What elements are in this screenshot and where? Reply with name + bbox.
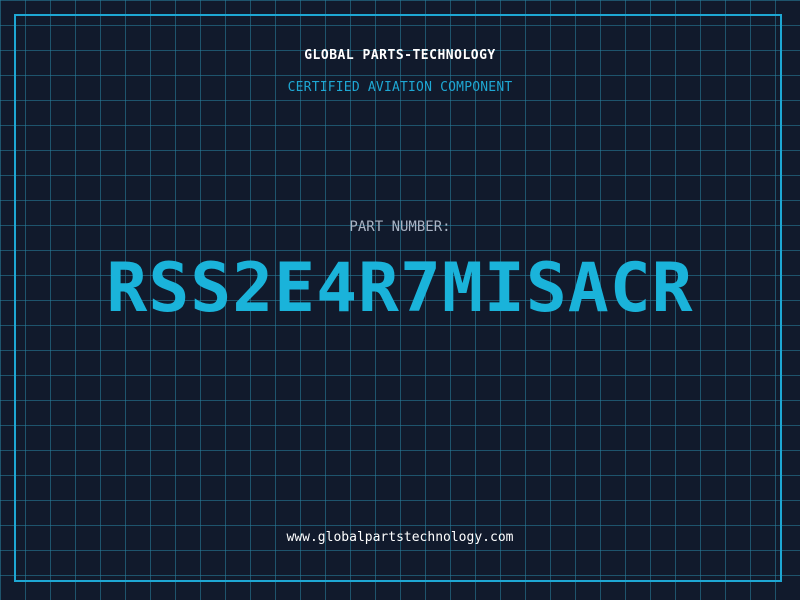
certification-subtitle: CERTIFIED AVIATION COMPONENT	[287, 80, 513, 95]
company-name: GLOBAL PARTS-TECHNOLOGY	[304, 48, 496, 63]
label-card: GLOBAL PARTS-TECHNOLOGY CERTIFIED AVIATI…	[0, 0, 800, 600]
website-url: www.globalpartstechnology.com	[286, 530, 514, 545]
part-number-value: RSS2E4R7MISACR	[106, 249, 694, 328]
part-number-label: PART NUMBER:	[349, 219, 451, 235]
